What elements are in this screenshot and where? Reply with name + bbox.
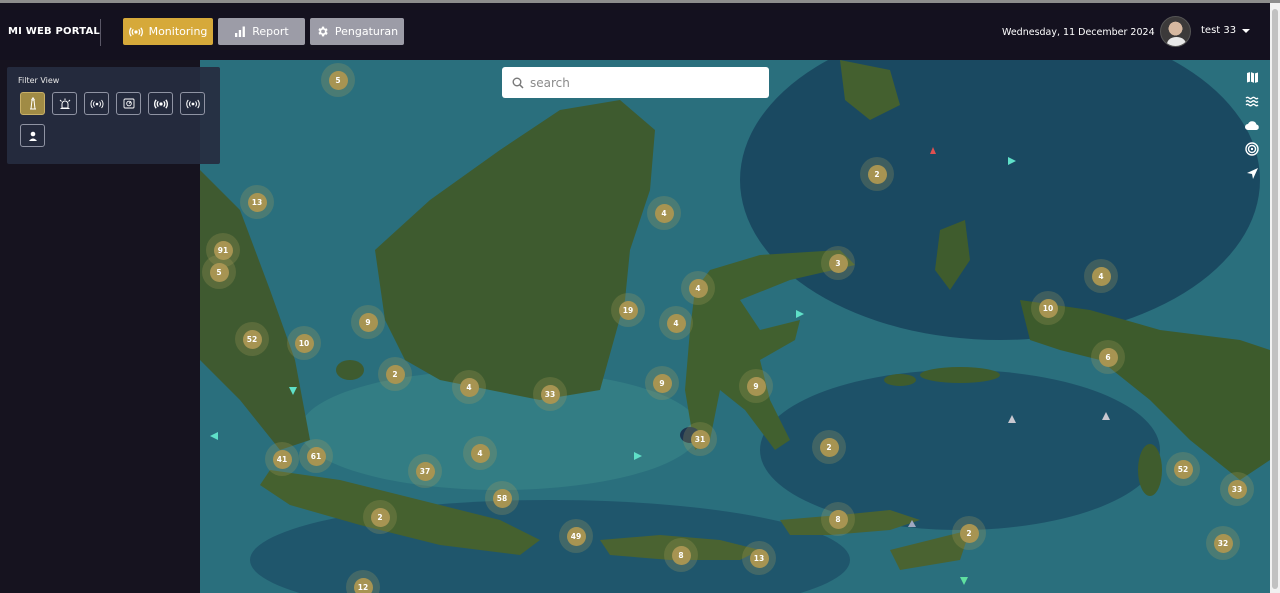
cluster-marker[interactable]: 13 bbox=[240, 185, 274, 219]
cluster-marker[interactable]: 3 bbox=[821, 246, 855, 280]
vessel-icon[interactable] bbox=[210, 432, 218, 440]
radar-icon bbox=[123, 98, 134, 109]
map-view[interactable]: 5 13 91 5 52 10 9 2 4 33 4 19 4 4 9 31 9… bbox=[200, 60, 1270, 593]
cluster-marker[interactable]: 13 bbox=[742, 541, 776, 575]
cluster-marker[interactable]: 6 bbox=[1091, 340, 1125, 374]
cluster-marker[interactable]: 2 bbox=[952, 516, 986, 550]
nav-pengaturan-label: Pengaturan bbox=[334, 25, 399, 38]
cluster-marker[interactable]: 8 bbox=[821, 502, 855, 536]
navbar: MI WEB PORTAL Monitoring Report Pengatur… bbox=[0, 3, 1270, 60]
cluster-marker[interactable]: 9 bbox=[351, 305, 385, 339]
filter-alarm-button[interactable] bbox=[52, 92, 77, 115]
map-icon bbox=[1246, 71, 1258, 83]
cluster-marker[interactable]: 61 bbox=[299, 439, 333, 473]
navigation-icon bbox=[1246, 167, 1258, 179]
filter-broadcast-button[interactable] bbox=[84, 92, 109, 115]
broadcast-icon bbox=[128, 26, 143, 37]
search-icon bbox=[512, 77, 524, 89]
chevron-down-icon bbox=[1242, 28, 1251, 33]
cluster-marker[interactable]: 9 bbox=[739, 369, 773, 403]
search-bar[interactable] bbox=[502, 67, 769, 98]
waves-layer-button[interactable] bbox=[1241, 91, 1263, 111]
nav-pengaturan-button[interactable]: Pengaturan bbox=[310, 18, 404, 45]
cluster-marker[interactable]: 10 bbox=[287, 326, 321, 360]
filter-broadcast-wide-button[interactable] bbox=[180, 92, 205, 115]
cluster-marker[interactable]: 19 bbox=[611, 293, 645, 327]
person-pin-icon bbox=[28, 131, 37, 141]
user-menu[interactable]: test 33 bbox=[1201, 25, 1251, 36]
broadcast-strong-icon bbox=[153, 98, 168, 109]
cluster-marker[interactable]: 2 bbox=[860, 157, 894, 191]
filter-lighthouse-button[interactable] bbox=[20, 92, 45, 115]
cluster-marker[interactable]: 2 bbox=[378, 357, 412, 391]
cluster-marker[interactable]: 4 bbox=[463, 436, 497, 470]
filter-broadcast-strong-button[interactable] bbox=[148, 92, 173, 115]
scrollbar-thumb[interactable] bbox=[1272, 9, 1278, 589]
bar-chart-icon bbox=[235, 26, 246, 37]
cluster-marker[interactable]: 52 bbox=[1166, 452, 1200, 486]
broadcast-icon bbox=[90, 99, 103, 108]
weather-layer-button[interactable] bbox=[1241, 115, 1263, 135]
cluster-marker[interactable]: 41 bbox=[265, 442, 299, 476]
brand-title: MI WEB PORTAL bbox=[8, 26, 100, 37]
navigate-button[interactable] bbox=[1241, 163, 1263, 183]
waves-icon bbox=[1245, 96, 1259, 106]
nav-monitoring-label: Monitoring bbox=[148, 25, 208, 38]
cluster-marker[interactable]: 9 bbox=[645, 366, 679, 400]
cloud-icon bbox=[1245, 120, 1259, 130]
current-date: Wednesday, 11 December 2024 bbox=[1002, 27, 1155, 38]
vessel-icon[interactable] bbox=[960, 577, 968, 585]
cluster-marker[interactable]: 4 bbox=[681, 271, 715, 305]
avatar[interactable] bbox=[1160, 16, 1191, 47]
vessel-icon[interactable] bbox=[908, 520, 916, 527]
vessel-icon[interactable] bbox=[796, 310, 804, 318]
vessel-icon[interactable] bbox=[930, 147, 936, 154]
cluster-marker[interactable]: 5 bbox=[321, 63, 355, 97]
cluster-marker[interactable]: 5 bbox=[202, 255, 236, 289]
page-scrollbar[interactable] bbox=[1270, 3, 1280, 593]
nav-report-label: Report bbox=[252, 25, 289, 38]
vessel-icon[interactable] bbox=[289, 387, 297, 395]
nav-divider bbox=[100, 19, 101, 46]
gear-icon bbox=[318, 26, 328, 37]
cluster-marker[interactable]: 4 bbox=[452, 370, 486, 404]
broadcast-wide-icon bbox=[185, 99, 200, 108]
vessel-icon[interactable] bbox=[1102, 412, 1110, 420]
cluster-marker[interactable]: 10 bbox=[1031, 291, 1065, 325]
cluster-marker[interactable]: 37 bbox=[408, 454, 442, 488]
filter-view-title: Filter View bbox=[18, 76, 60, 85]
cluster-marker[interactable]: 52 bbox=[235, 322, 269, 356]
filter-person-pin-button[interactable] bbox=[20, 124, 45, 147]
cluster-marker[interactable]: 2 bbox=[363, 500, 397, 534]
filter-radar-button[interactable] bbox=[116, 92, 141, 115]
cluster-marker[interactable]: 4 bbox=[1084, 259, 1118, 293]
user-name: test 33 bbox=[1201, 25, 1237, 36]
cluster-marker[interactable]: 32 bbox=[1206, 526, 1240, 560]
cluster-marker[interactable]: 31 bbox=[683, 422, 717, 456]
nav-monitoring-button[interactable]: Monitoring bbox=[123, 18, 213, 45]
cluster-marker[interactable]: 49 bbox=[559, 519, 593, 553]
search-input[interactable] bbox=[530, 75, 750, 90]
cluster-marker[interactable]: 8 bbox=[664, 538, 698, 572]
map-layer-button[interactable] bbox=[1241, 67, 1263, 87]
lighthouse-icon bbox=[29, 97, 36, 110]
vessel-icon[interactable] bbox=[1008, 157, 1016, 165]
alarm-icon bbox=[59, 98, 70, 109]
cluster-marker[interactable]: 4 bbox=[647, 196, 681, 230]
cluster-marker[interactable]: 2 bbox=[812, 430, 846, 464]
cluster-marker[interactable]: 33 bbox=[1220, 472, 1254, 506]
cluster-marker[interactable]: 33 bbox=[533, 377, 567, 411]
filter-view-panel: Filter View bbox=[7, 67, 220, 164]
target-icon bbox=[1245, 142, 1259, 156]
target-button[interactable] bbox=[1241, 139, 1263, 159]
cluster-marker[interactable]: 4 bbox=[659, 306, 693, 340]
cluster-marker[interactable]: 58 bbox=[485, 481, 519, 515]
vessel-icon[interactable] bbox=[634, 452, 642, 460]
vessel-icon[interactable] bbox=[1008, 415, 1016, 423]
nav-report-button[interactable]: Report bbox=[218, 18, 305, 45]
